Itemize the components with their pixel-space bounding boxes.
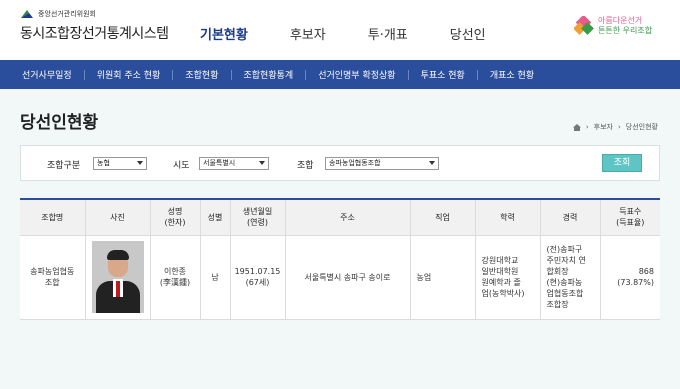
col-votes: 득표수 (득표율): [599, 199, 660, 236]
cell-gender: 남: [199, 234, 231, 320]
union-label: 조합: [297, 161, 314, 171]
subnav-voter-list[interactable]: 선거인명부 확정상황: [318, 68, 395, 81]
sub-nav: 선거사무일정 위원회 주소 현황 조합현황 조합현황통계 선거인명부 확정상황 …: [0, 60, 680, 89]
nav-voting-counting[interactable]: 투·개표: [368, 24, 408, 43]
subnav-polling-stations[interactable]: 투표소 현황: [421, 68, 465, 81]
system-title: 동시조합장선거통계시스템: [20, 26, 169, 42]
nav-candidates[interactable]: 후보자: [290, 24, 326, 43]
divider: [407, 69, 409, 80]
site-header: 중앙선거관리위원회 동시조합장선거통계시스템 기본현황 후보자 투·개표 당선인…: [0, 0, 680, 60]
subnav-union-status[interactable]: 조합현황: [185, 68, 218, 81]
divider: [305, 69, 307, 80]
logo[interactable]: 중앙선거관리위원회 동시조합장선거통계시스템: [20, 8, 169, 43]
search-panel: 조합구분 농협 시도 서울특별시 조합 송파농업협동조합 조회: [20, 145, 660, 181]
cell-career: (전)송파구 주민자치 연 합회장 (현)송파농 업협동조합 조합장: [539, 234, 601, 320]
cell-name: 이한종 (李漢鍾): [149, 234, 201, 320]
cell-photo: [84, 234, 151, 320]
subnav-union-statistics[interactable]: 조합현황통계: [244, 68, 294, 81]
breadcrumb: › 후보자 › 당선인현황: [572, 122, 658, 132]
col-photo: 사진: [84, 199, 151, 236]
breadcrumb-current: 당선인현황: [625, 123, 658, 131]
slogan-mark-icon: [574, 16, 594, 35]
candidate-photo: [91, 241, 144, 313]
cell-votes: 868 (73.87%): [599, 234, 660, 320]
chevron-down-icon: [259, 161, 265, 165]
cell-union: 송파농업협동 조합: [20, 234, 86, 320]
col-job: 직업: [409, 199, 476, 236]
col-gender: 성별: [199, 199, 231, 236]
chevron-down-icon: [429, 161, 435, 165]
table-row: 송파농업협동 조합 이한종 (李漢鍾) 남 1951.07.15 (67세) 서…: [20, 234, 660, 320]
subnav-committee-address[interactable]: 위원회 주소 현황: [97, 68, 161, 81]
subnav-election-schedule[interactable]: 선거사무일정: [22, 68, 72, 81]
union-value: 송파농업협동조합: [329, 159, 381, 167]
nav-elected[interactable]: 당선인: [450, 24, 486, 43]
col-birth: 생년월일 (연령): [229, 199, 286, 236]
search-button[interactable]: 조회: [602, 154, 642, 172]
col-address: 주소: [284, 199, 411, 236]
divider: [172, 69, 174, 80]
elected-table: 조합명 사진 성명 (한자) 성별 생년월일 (연령) 주소 직업 학력 경력 …: [20, 198, 660, 320]
chevron-down-icon: [137, 161, 143, 165]
cell-education: 강원대학교 일반대학원 원예학과 졸 업(농학박사): [474, 234, 541, 320]
slogan-line-1: 아름다운선거: [598, 16, 643, 25]
col-union: 조합명: [20, 199, 86, 236]
cell-job: 농업: [409, 234, 476, 320]
region-select[interactable]: 서울특별시: [199, 157, 269, 170]
table-header-row: 조합명 사진 성명 (한자) 성별 생년월일 (연령) 주소 직업 학력 경력 …: [20, 199, 660, 236]
region-label: 시도: [173, 161, 190, 171]
home-icon[interactable]: [572, 123, 581, 131]
divider: [476, 69, 478, 80]
cell-birth: 1951.07.15 (67세): [229, 234, 286, 320]
region-value: 서울특별시: [203, 159, 236, 167]
nec-logo-icon: [21, 10, 33, 18]
union-type-select[interactable]: 농협: [93, 157, 147, 170]
breadcrumb-candidates[interactable]: 후보자: [594, 122, 613, 132]
org-name: 중앙선거관리위원회: [38, 10, 96, 18]
page-title: 당선인현황: [20, 113, 99, 133]
union-type-value: 농협: [97, 159, 110, 167]
divider: [230, 69, 232, 80]
cell-address: 서울특별시 송파구 송이로: [284, 234, 411, 320]
union-select[interactable]: 송파농업협동조합: [325, 157, 439, 170]
subnav-counting-stations[interactable]: 개표소 현황: [490, 68, 534, 81]
col-career: 경력: [539, 199, 601, 236]
campaign-slogan: 아름다운선거 튼튼한 우리조합: [574, 16, 652, 36]
main-nav: 기본현황 후보자 투·개표 당선인: [200, 24, 528, 43]
chevron-right-icon: ›: [585, 123, 589, 131]
union-type-label: 조합구분: [47, 161, 81, 171]
chevron-right-icon: ›: [617, 123, 621, 131]
nav-basic-status[interactable]: 기본현황: [200, 24, 248, 43]
col-education: 학력: [474, 199, 541, 236]
divider: [83, 69, 85, 80]
slogan-line-2: 튼튼한 우리조합: [598, 26, 653, 35]
col-name: 성명 (한자): [149, 199, 201, 236]
